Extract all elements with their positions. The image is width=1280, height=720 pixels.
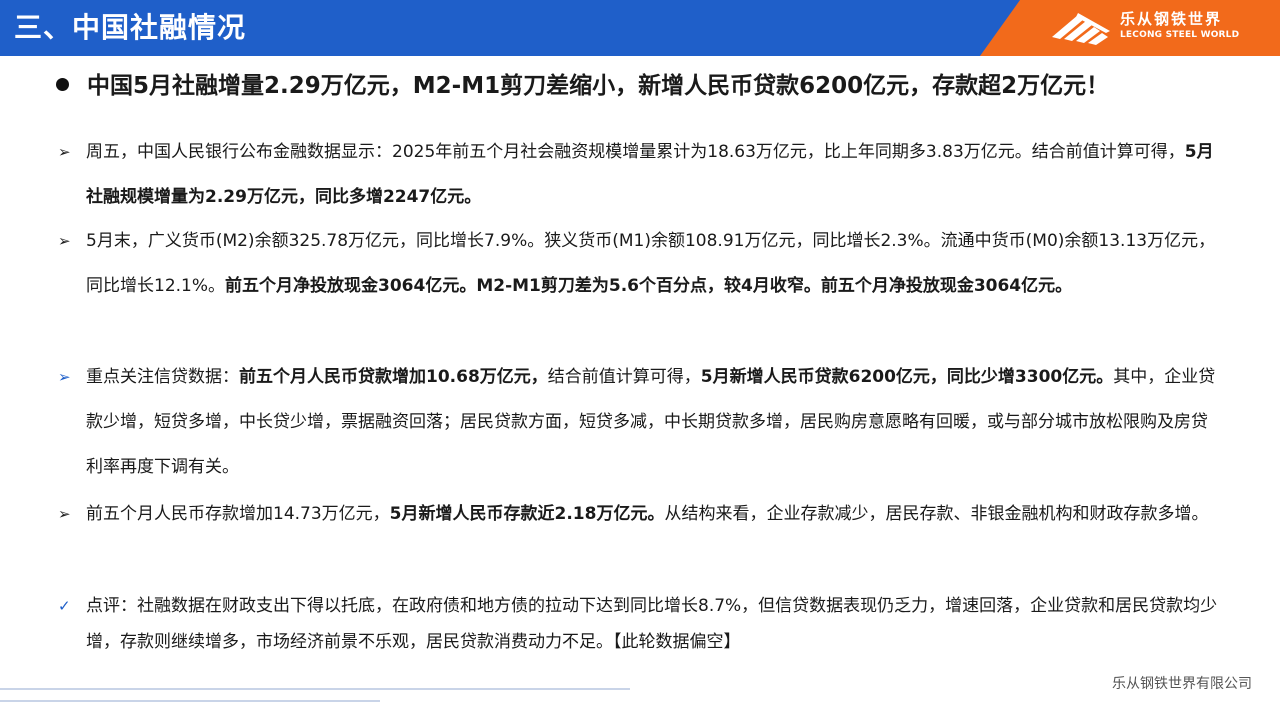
body-text: 结合前值计算可得， xyxy=(547,367,701,387)
arrow-bullet-icon: ➢ xyxy=(58,232,71,250)
bullet-dot-icon xyxy=(56,78,69,91)
highlight-text: 5月新增人民币贷款6200亿元，同比少增3300亿元。 xyxy=(700,367,1114,387)
logo-area: 乐从钢铁世界 LECONG STEEL WORLD xyxy=(980,0,1280,56)
check-bullet-icon: ✓ xyxy=(58,597,71,615)
paragraph-5: ✓ 点评：社融数据在财政支出下得以托底，在政府债和地方债的拉动下达到同比增长8.… xyxy=(58,588,1218,660)
logo-name-en: LECONG STEEL WORLD xyxy=(1120,30,1240,40)
logo-name-cn: 乐从钢铁世界 xyxy=(1120,10,1223,28)
paragraph-text: 前五个月人民币存款增加14.73万亿元，5月新增人民币存款近2.18万亿元。从结… xyxy=(86,492,1218,537)
paragraph-text: 5月末，广义货币(M2)余额325.78万亿元，同比增长7.9%。狭义货币(M1… xyxy=(86,219,1218,309)
footer-divider xyxy=(0,700,380,702)
highlight-text: 5月新增人民币存款近2.18万亿元。 xyxy=(389,504,665,524)
body-text: 从结构来看，企业存款减少，居民存款、非银金融机构和财政存款多增。 xyxy=(664,504,1209,524)
arrow-bullet-icon: ➢ xyxy=(58,505,71,523)
paragraph-text: 点评：社融数据在财政支出下得以托底，在政府债和地方债的拉动下达到同比增长8.7%… xyxy=(86,588,1218,660)
headline-text: 中国5月社融增量2.29万亿元，M2-M1剪刀差缩小，新增人民币贷款6200亿元… xyxy=(87,73,1110,99)
arrow-bullet-icon: ➢ xyxy=(58,143,71,161)
body-text: 重点关注信贷数据： xyxy=(86,367,239,387)
headline: 中国5月社融增量2.29万亿元，M2-M1剪刀差缩小，新增人民币贷款6200亿元… xyxy=(56,66,1266,106)
paragraph-text: 重点关注信贷数据：前五个月人民币贷款增加10.68万亿元，结合前值计算可得，5月… xyxy=(86,355,1218,490)
paragraph-4: ➢ 前五个月人民币存款增加14.73万亿元，5月新增人民币存款近2.18万亿元。… xyxy=(58,492,1218,537)
body-text: 周五，中国人民银行公布金融数据显示：2025年前五个月社会融资规模增量累计为18… xyxy=(86,142,1185,162)
section-title: 三、中国社融情况 xyxy=(14,11,247,44)
header-bar: 三、中国社融情况 乐从钢铁世界 LECONG STEEL WORLD xyxy=(0,0,1280,56)
lecong-logo-icon xyxy=(1052,13,1110,45)
paragraph-1: ➢ 周五，中国人民银行公布金融数据显示：2025年前五个月社会融资规模增量累计为… xyxy=(58,130,1218,220)
logo-text: 乐从钢铁世界 LECONG STEEL WORLD xyxy=(1120,10,1239,42)
highlight-text: 前五个月净投放现金3064亿元。M2-M1剪刀差为5.6个百分点，较4月收窄。前… xyxy=(225,276,1073,296)
footer-divider xyxy=(0,688,630,690)
paragraph-text: 周五，中国人民银行公布金融数据显示：2025年前五个月社会融资规模增量累计为18… xyxy=(86,130,1218,220)
paragraph-3: ➢ 重点关注信贷数据：前五个月人民币贷款增加10.68万亿元，结合前值计算可得，… xyxy=(58,355,1218,490)
body-text: 点评：社融数据在财政支出下得以托底，在政府债和地方债的拉动下达到同比增长8.7%… xyxy=(86,596,1218,652)
body-text: 前五个月人民币存款增加14.73万亿元， xyxy=(86,504,390,524)
arrow-bullet-icon: ➢ xyxy=(58,368,71,386)
footer-company: 乐从钢铁世界有限公司 xyxy=(1112,676,1252,692)
highlight-text: 前五个月人民币贷款增加10.68万亿元， xyxy=(239,367,548,387)
paragraph-2: ➢ 5月末，广义货币(M2)余额325.78万亿元，同比增长7.9%。狭义货币(… xyxy=(58,219,1218,309)
